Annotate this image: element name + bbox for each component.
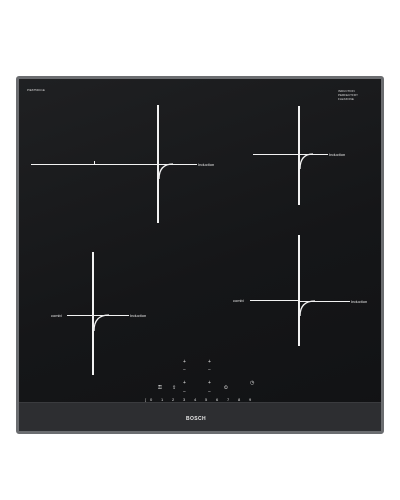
brand-logo: BOSCH — [186, 416, 207, 422]
front-left-curve — [93, 314, 110, 332]
lock-icon[interactable]: ⚿ — [158, 386, 162, 391]
plus-icon-3[interactable]: + — [183, 381, 186, 386]
plus-icon-4[interactable]: + — [208, 381, 211, 386]
minus-icon-4[interactable]: − — [208, 390, 211, 395]
slider-value-5[interactable]: 5 — [205, 397, 207, 402]
rear-right-curve — [299, 153, 314, 170]
slider-value-9[interactable]: 9 — [249, 397, 251, 402]
zone-curves — [93, 153, 316, 332]
cooktop: PIE675DC1E INDUCTION PERFECTFRY FLEXZONE… — [16, 76, 384, 434]
slider-value-1[interactable]: 1 — [161, 397, 163, 402]
minus-icon-2[interactable]: − — [208, 368, 211, 373]
rear-left-curve — [158, 163, 174, 180]
slider-value-3[interactable]: 3 — [183, 397, 185, 402]
power-boost-icon[interactable]: ⇪ — [172, 386, 176, 391]
plus-icon-2[interactable]: + — [208, 360, 211, 365]
slider-value-7[interactable]: 7 — [227, 397, 229, 402]
plus-icon-1[interactable]: + — [183, 360, 186, 365]
minus-icon-1[interactable]: − — [183, 368, 186, 373]
slider-value-2[interactable]: 2 — [172, 397, 174, 402]
control-scale-left-bracket: [ — [145, 397, 147, 402]
slider-value-8[interactable]: 8 — [238, 397, 240, 402]
slider-value-0[interactable]: 0 — [150, 397, 152, 402]
timer-icon[interactable]: ⏲ — [224, 386, 228, 391]
clock-icon[interactable]: ◷ — [250, 381, 254, 386]
slider-value-4[interactable]: 4 — [194, 397, 196, 402]
slider-value-6[interactable]: 6 — [216, 397, 218, 402]
front-right-curve — [299, 300, 316, 317]
minus-icon-3[interactable]: − — [183, 390, 186, 395]
